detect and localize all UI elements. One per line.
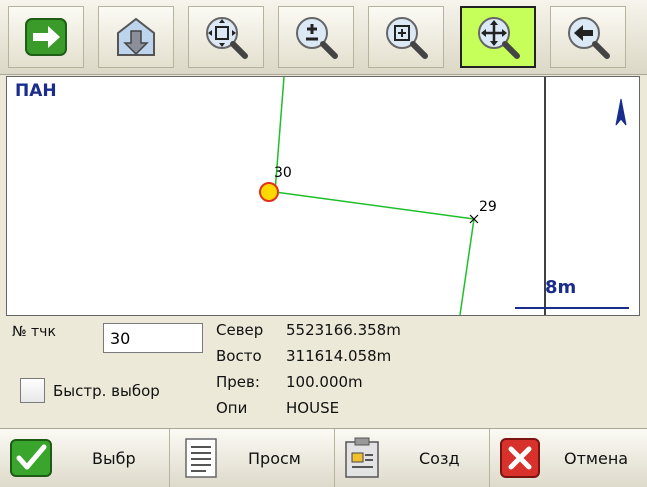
point-number-label: № тчк	[12, 324, 56, 340]
download-arrow-icon	[117, 17, 155, 56]
review-button[interactable]: Просм	[170, 429, 335, 487]
point-label: 29	[479, 199, 497, 215]
point-number-input[interactable]	[103, 323, 203, 353]
north-arrow-icon	[615, 98, 627, 126]
scale-label: 8m	[545, 277, 577, 298]
zoom-extents-icon	[206, 17, 248, 59]
quick-select-checkbox[interactable]	[20, 378, 45, 403]
north-label: Север	[216, 321, 264, 339]
right-arrow-icon	[25, 18, 67, 56]
zoom-window-button[interactable]	[368, 6, 444, 68]
elevation-label: Прев:	[216, 373, 260, 391]
survey-line	[459, 218, 475, 315]
select-button[interactable]: Выбр	[0, 429, 170, 487]
create-button-label: Созд	[419, 449, 460, 468]
description-label: Опи	[216, 399, 248, 417]
review-button-label: Просм	[248, 449, 301, 468]
point-label: 30	[274, 165, 292, 181]
east-value: 311614.058m	[286, 347, 392, 365]
create-button[interactable]: Созд	[335, 429, 490, 487]
quick-select-label: Быстр. выбор	[53, 382, 160, 400]
description-value: HOUSE	[286, 399, 340, 417]
east-label: Восто	[216, 347, 262, 365]
pan-button[interactable]	[460, 6, 536, 68]
cancel-button-label: Отмена	[564, 449, 629, 468]
bottom-button-bar: Выбр Просм Созд Отмена	[0, 428, 647, 487]
zoom-window-icon	[386, 17, 428, 59]
document-list-icon	[185, 438, 217, 478]
forward-button[interactable]	[8, 6, 84, 68]
pan-icon	[478, 17, 520, 59]
zoom-extents-button[interactable]	[188, 6, 264, 68]
elevation-value: 100.000m	[286, 373, 363, 391]
survey-line	[274, 191, 475, 220]
map-toolbar	[0, 0, 647, 75]
point-info-panel: № тчк Быстр. выбор Север 5523166.358m Во…	[0, 316, 647, 428]
back-arrow-icon	[568, 17, 610, 59]
north-value: 5523166.358m	[286, 321, 401, 339]
checkmark-icon	[10, 439, 52, 477]
clipboard-icon	[345, 437, 379, 478]
map-mode-label: ПАН	[15, 81, 57, 101]
zoom-in-out-icon	[296, 17, 338, 59]
cancel-button[interactable]: Отмена	[490, 429, 647, 487]
back-button[interactable]	[550, 6, 626, 68]
map-view[interactable]: ПАН 30 29 8m	[6, 76, 640, 316]
download-button[interactable]	[98, 6, 174, 68]
selected-point-marker[interactable]	[259, 182, 279, 202]
select-button-label: Выбр	[92, 449, 136, 468]
close-icon	[500, 438, 540, 478]
zoom-in-out-button[interactable]	[278, 6, 354, 68]
